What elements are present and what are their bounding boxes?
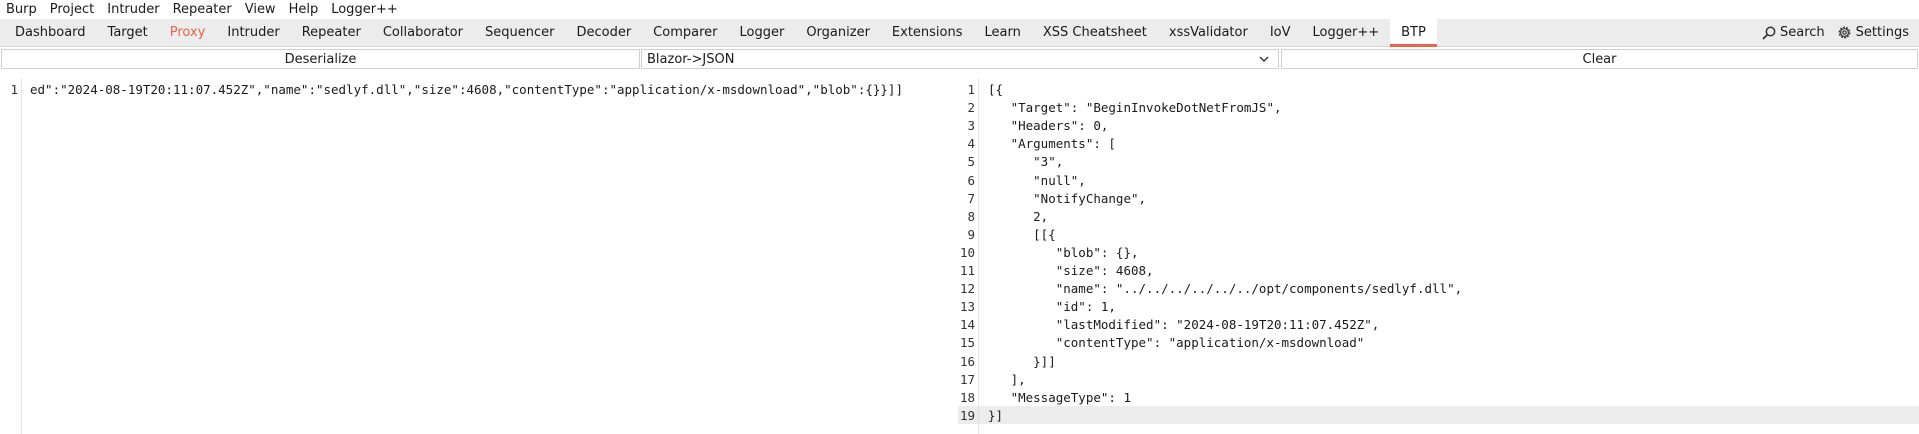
menu-project[interactable]: Project [50, 2, 94, 17]
line-number: 3 [967, 118, 975, 134]
code-line: [[{ [988, 226, 1056, 242]
code-line: "contentType": "application/x-msdownload… [988, 335, 1365, 351]
format-select[interactable]: Blazor->JSON [641, 49, 1279, 69]
main-tab-bar: Dashboard Target Proxy Intruder Repeater… [0, 19, 1919, 47]
code-line: "NotifyChange", [988, 190, 1147, 206]
menu-help[interactable]: Help [289, 2, 319, 17]
code-line: "3", [988, 154, 1064, 170]
tab-xss-cheatsheet[interactable]: XSS Cheatsheet [1032, 19, 1158, 46]
tab-decoder[interactable]: Decoder [565, 19, 642, 46]
code-line: }] [988, 407, 1004, 423]
tab-btp[interactable]: BTP [1390, 19, 1437, 47]
input-text-line: ed":"2024-08-19T20:11:07.452Z","name":"s… [30, 82, 903, 97]
input-line-gutter: 1 [0, 78, 22, 434]
menu-burp[interactable]: Burp [6, 2, 37, 17]
tab-proxy[interactable]: Proxy [159, 19, 217, 46]
tab-intruder[interactable]: Intruder [216, 19, 290, 46]
code-line: "size": 4608, [988, 263, 1154, 278]
code-line: ], [988, 371, 1026, 387]
line-number: 5 [967, 154, 975, 170]
output-editor[interactable]: 1 2 3 4 5 6 7 8 9 10 11 12 13 14 15 16 17 18 19 [{ "Target… [958, 78, 1919, 434]
search-button[interactable]: Search [1762, 25, 1825, 40]
line-number: 12 [959, 281, 975, 297]
output-text-area[interactable]: [{ "Target": "BeginInvokeDotNetFromJS", … [988, 78, 1919, 434]
btp-toolbar: Deserialize Blazor->JSON Clear [0, 47, 1919, 71]
line-number: 17 [959, 371, 975, 387]
line-number: 16 [959, 353, 975, 369]
line-number: 18 [959, 389, 975, 405]
code-line: "id": 1, [988, 299, 1116, 315]
line-number: 19 [959, 407, 975, 423]
deserialize-button[interactable]: Deserialize [1, 49, 640, 69]
clear-button[interactable]: Clear [1281, 49, 1918, 69]
code-line: "Headers": 0, [988, 118, 1109, 134]
menu-view[interactable]: View [245, 2, 276, 17]
tab-collaborator[interactable]: Collaborator [372, 19, 474, 46]
menu-bar: Burp Project Intruder Repeater View Help… [0, 0, 1919, 19]
line-number: 1 [967, 82, 975, 97]
code-line: [{ [988, 82, 1004, 97]
menu-repeater[interactable]: Repeater [173, 2, 232, 17]
search-icon [1762, 26, 1776, 40]
code-line: "blob": {}, [988, 244, 1139, 260]
tab-comparer[interactable]: Comparer [642, 19, 728, 46]
output-line-gutter: 1 2 3 4 5 6 7 8 9 10 11 12 13 14 15 16 17 18 19 [958, 78, 979, 434]
line-number: 11 [959, 263, 975, 278]
code-line: "null", [988, 172, 1086, 188]
tab-repeater[interactable]: Repeater [291, 19, 372, 46]
tab-learn[interactable]: Learn [974, 19, 1032, 46]
code-line: "lastModified": "2024-08-19T20:11:07.452… [988, 317, 1380, 333]
tab-iov[interactable]: IoV [1259, 19, 1302, 46]
code-line: "Arguments": [ [988, 136, 1116, 152]
settings-button[interactable]: Settings [1837, 25, 1909, 40]
tab-extensions[interactable]: Extensions [881, 19, 974, 46]
tab-organizer[interactable]: Organizer [795, 19, 881, 46]
tab-logger-plus-plus[interactable]: Logger++ [1302, 19, 1391, 46]
line-number: 8 [967, 208, 975, 224]
menu-intruder[interactable]: Intruder [107, 2, 159, 17]
line-number: 9 [967, 226, 975, 242]
search-label: Search [1780, 25, 1825, 40]
line-number: 1 [10, 82, 18, 97]
gear-icon [1838, 26, 1851, 39]
tab-logger[interactable]: Logger [729, 19, 796, 46]
tab-sequencer[interactable]: Sequencer [474, 19, 565, 46]
code-line: }]] [988, 353, 1056, 369]
top-right-tools: Search Settings [1750, 19, 1919, 46]
line-number: 14 [959, 317, 975, 333]
chevron-down-icon [1259, 56, 1269, 62]
code-line: "Target": "BeginInvokeDotNetFromJS", [988, 100, 1282, 116]
line-number: 13 [959, 299, 975, 315]
format-select-value: Blazor->JSON [647, 51, 735, 67]
tab-dashboard[interactable]: Dashboard [4, 19, 97, 46]
line-number: 6 [967, 172, 975, 188]
input-text-area[interactable]: ed":"2024-08-19T20:11:07.452Z","name":"s… [30, 78, 958, 434]
tab-target[interactable]: Target [97, 19, 159, 46]
line-number: 7 [967, 190, 975, 206]
line-number: 2 [967, 100, 975, 116]
code-line: 2, [988, 208, 1049, 224]
line-number: 4 [967, 136, 975, 152]
line-number: 10 [959, 244, 975, 260]
code-line: "MessageType": 1 [988, 389, 1131, 405]
menu-logger-plus-plus[interactable]: Logger++ [331, 2, 398, 17]
input-editor[interactable]: 1 ed":"2024-08-19T20:11:07.452Z","name":… [0, 78, 958, 434]
tab-xssvalidator[interactable]: xssValidator [1158, 19, 1259, 46]
line-number: 15 [959, 335, 975, 351]
settings-label: Settings [1855, 25, 1909, 40]
code-line: "name": "../../../../../../opt/component… [988, 281, 1463, 297]
